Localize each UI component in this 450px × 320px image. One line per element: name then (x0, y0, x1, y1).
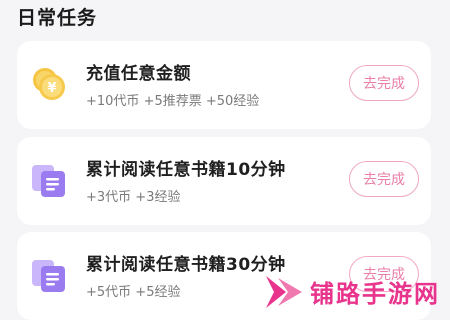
go-complete-button[interactable]: 去完成 (349, 65, 419, 101)
task-card: 累计阅读任意书籍10分钟 +3代币 +3经验 去完成 (17, 137, 431, 225)
task-title: 累计阅读任意书籍30分钟 (86, 255, 286, 275)
watermark-logo-icon (266, 275, 302, 308)
task-rewards: +10代币 +5推荐票 +50经验 (86, 94, 260, 109)
books-icon (30, 256, 68, 294)
task-rewards: +5代币 +5经验 (86, 285, 181, 300)
section-title: 日常任务 (17, 7, 98, 29)
svg-text:¥: ¥ (47, 81, 56, 96)
task-rewards: +3代币 +3经验 (86, 190, 181, 205)
watermark: 铺路手游网 (262, 268, 450, 315)
task-title: 充值任意金额 (86, 64, 191, 84)
watermark-text: 铺路手游网 (310, 280, 440, 308)
books-icon (30, 161, 68, 199)
coin-icon: ¥ (30, 65, 68, 103)
task-title: 累计阅读任意书籍10分钟 (86, 160, 286, 180)
go-complete-button[interactable]: 去完成 (349, 161, 419, 197)
task-card: ¥ 充值任意金额 +10代币 +5推荐票 +50经验 去完成 (17, 41, 431, 129)
